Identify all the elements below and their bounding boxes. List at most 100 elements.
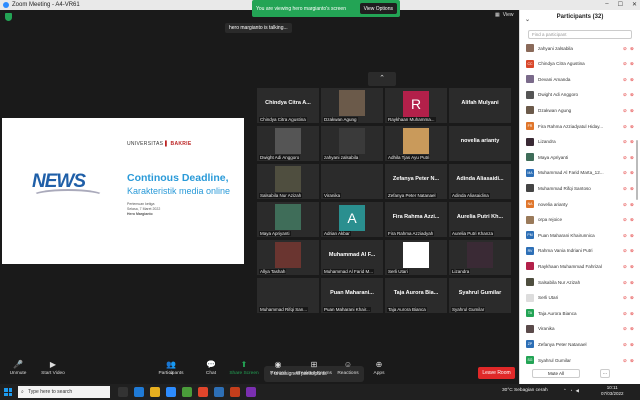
participant-row[interactable]: Devani Amanda ⊘ ⊗ bbox=[526, 74, 634, 84]
participant-row[interactable]: Raykhaan Muhammad Fahrizal ⊘ ⊗ bbox=[526, 261, 634, 271]
participant-row[interactable]: ZP Zefanya Peter Natanael ⊘ ⊗ bbox=[526, 339, 634, 349]
taskbar-clock[interactable]: 10:11 07/03/2022 bbox=[601, 385, 624, 397]
zoom-taskbar-icon[interactable] bbox=[166, 387, 176, 397]
word-icon[interactable] bbox=[214, 387, 224, 397]
video-tile-label: Fira Rahma Azziadyah bbox=[387, 231, 435, 236]
leave-room-button[interactable]: Leave Room bbox=[478, 367, 515, 379]
video-tile[interactable]: Adhila Tjas Ayu Putri bbox=[385, 126, 447, 161]
video-tile-name: Fira Rahma Azzi... bbox=[392, 214, 440, 220]
start-video-button[interactable]: ▶ Start Video bbox=[38, 361, 68, 377]
video-off-icon: ⊗ bbox=[630, 295, 634, 301]
apps-button[interactable]: ⊕ Apps bbox=[364, 361, 394, 377]
file-explorer-icon[interactable] bbox=[150, 387, 160, 397]
video-tile[interactable]: Lizandra bbox=[449, 240, 511, 275]
video-tile[interactable]: Taja Aurora Bia... Taja Aurora Bianca bbox=[385, 278, 447, 313]
store-icon[interactable] bbox=[182, 387, 192, 397]
chrome-icon[interactable] bbox=[198, 387, 208, 397]
video-tile[interactable]: Dwight Adi Anggoro bbox=[257, 126, 319, 161]
record-button[interactable]: ◉ Record bbox=[263, 361, 293, 377]
microphone-muted-icon: ⊘ bbox=[623, 45, 627, 51]
chevron-down-icon[interactable]: ⌄ bbox=[525, 13, 530, 27]
video-tile-label: Dzakwan Agung bbox=[323, 117, 358, 122]
video-tile[interactable]: Chindya Citra A... Chindya Citra Agustina bbox=[257, 88, 319, 123]
video-tile[interactable]: A Adrian Akbar bbox=[321, 202, 383, 237]
participant-row[interactable]: Salsabila Nur Azizah ⊘ ⊗ bbox=[526, 277, 634, 287]
windows-start-icon[interactable] bbox=[4, 388, 12, 396]
unmute-button[interactable]: 🎤 Unmute bbox=[3, 361, 33, 377]
participant-row[interactable]: RV Rahma Vania Indriani Putri ⊘ ⊗ bbox=[526, 246, 634, 256]
unmute-label: Unmute bbox=[9, 371, 27, 376]
video-tile[interactable]: Aurelia Putri Kh... Aurelia Putri Khanza bbox=[449, 202, 511, 237]
participant-row[interactable]: FR Fira Rahma Azziadyatul Hiday... ⊘ ⊗ bbox=[526, 121, 634, 131]
talking-indicator: hero margianto is talking... bbox=[225, 23, 292, 33]
participant-row[interactable]: CC Chindya Citra Agustina ⊘ ⊗ bbox=[526, 59, 634, 69]
edge-icon[interactable] bbox=[134, 387, 144, 397]
view-button[interactable]: ▦ View bbox=[495, 12, 513, 18]
participants-button[interactable]: 👥32 Participants bbox=[156, 361, 186, 377]
video-tile[interactable]: novelia arianty bbox=[449, 126, 511, 161]
participant-row[interactable]: Viranika ⊘ ⊗ bbox=[526, 324, 634, 334]
minimize-icon[interactable]: – bbox=[605, 1, 608, 8]
reactions-button[interactable]: ☺ Reactions bbox=[333, 361, 363, 377]
maximize-icon[interactable]: ☐ bbox=[618, 1, 623, 8]
microphone-muted-icon: ⊘ bbox=[623, 76, 627, 82]
participant-row[interactable]: PM Puan Maharani Khairunnica ⊘ ⊗ bbox=[526, 230, 634, 240]
avatar: MA bbox=[526, 168, 534, 177]
participant-row[interactable]: Muhammad Rifqi Santoso ⊘ ⊗ bbox=[526, 183, 634, 193]
participant-row[interactable]: Dwight Adi Anggoro ⊘ ⊗ bbox=[526, 90, 634, 100]
participants-scrollbar[interactable] bbox=[636, 140, 638, 200]
participant-row[interactable]: Maya Apriyanti ⊘ ⊗ bbox=[526, 152, 634, 162]
chat-button[interactable]: 💬 Chat bbox=[196, 361, 226, 377]
teams-icon[interactable] bbox=[246, 387, 256, 397]
video-tile[interactable]: Puan Maharani... Puan Maharani Khair... bbox=[321, 278, 383, 313]
avatar: ZP bbox=[526, 340, 534, 349]
close-icon[interactable]: ✕ bbox=[632, 1, 637, 8]
weather-widget[interactable]: 30°C Sebagian cerah bbox=[502, 388, 548, 393]
participant-row[interactable]: orpa rejoice ⊘ ⊗ bbox=[526, 215, 634, 225]
participant-row[interactable]: TA Taja Aurora Bianca ⊘ ⊗ bbox=[526, 308, 634, 318]
video-tile[interactable]: Alifah Mulyani bbox=[449, 88, 511, 123]
participant-row[interactable]: MA Muhammad Al Farid Marta_12... ⊘ ⊗ bbox=[526, 168, 634, 178]
microphone-muted-icon: ⊘ bbox=[623, 295, 627, 301]
gallery-scroll-up-button[interactable]: ⌃ bbox=[368, 72, 396, 86]
video-tile[interactable]: Zefanya Peter N... Zefanya Peter Natanael bbox=[385, 164, 447, 199]
video-tile[interactable]: Dzakwan Agung bbox=[321, 88, 383, 123]
video-tile[interactable]: Syahrul Gumilar Syahrul Gumilar bbox=[449, 278, 511, 313]
video-tile[interactable]: Fira Rahma Azzi... Fira Rahma Azziadyah bbox=[385, 202, 447, 237]
powerpoint-icon[interactable] bbox=[230, 387, 240, 397]
microphone-muted-icon: ⊘ bbox=[623, 279, 627, 285]
participant-status-icons: ⊘ ⊗ bbox=[623, 92, 634, 97]
participant-row[interactable]: Serli Utari ⊘ ⊗ bbox=[526, 293, 634, 303]
video-tile[interactable]: Serli Utari bbox=[385, 240, 447, 275]
mute-all-button[interactable]: Mute All bbox=[532, 369, 580, 378]
chevron-up-icon[interactable]: ⌃ bbox=[563, 388, 567, 394]
video-tile[interactable]: Maya Apriyanti bbox=[257, 202, 319, 237]
participant-row[interactable]: Lizandra ⊘ ⊗ bbox=[526, 137, 634, 147]
video-tile[interactable]: Adinda Aliasaidi... Adinda Aliasaidina bbox=[449, 164, 511, 199]
participant-row[interactable]: NA novelia arianty ⊘ ⊗ bbox=[526, 199, 634, 209]
participant-row[interactable]: Dzakwan Agung ⊘ ⊗ bbox=[526, 105, 634, 115]
video-thumbnail bbox=[339, 166, 365, 192]
volume-icon[interactable]: ◀ bbox=[576, 388, 579, 394]
network-icon[interactable]: ◔ bbox=[570, 388, 573, 394]
share-screen-button[interactable]: ⬆ Share Screen bbox=[229, 361, 259, 377]
video-tile-name: Alifah Mulyani bbox=[461, 100, 499, 106]
video-tile-label: Lizandra bbox=[451, 269, 471, 274]
video-tile[interactable]: Muhammad Al F... Muhammad Al Farid M... bbox=[321, 240, 383, 275]
video-tile[interactable]: zahyani zalsabila bbox=[321, 126, 383, 161]
participant-search-input[interactable]: Find a participant bbox=[528, 30, 632, 39]
video-tile[interactable]: Allya Tashah bbox=[257, 240, 319, 275]
slide-meta: Pertemuan ketiga Selasa, 7 Maret 2022 He… bbox=[127, 202, 160, 217]
panel-more-button[interactable]: ... bbox=[600, 369, 610, 378]
taskbar-search-input[interactable]: ⌕ Type here to search bbox=[18, 386, 110, 398]
participant-row[interactable]: zahyani zalsabila ⊘ ⊗ bbox=[526, 43, 634, 53]
video-tile[interactable]: Salsabila Nur Azizah bbox=[257, 164, 319, 199]
view-options-button[interactable]: View Options bbox=[359, 3, 397, 14]
video-tile[interactable]: Viranika bbox=[321, 164, 383, 199]
participant-row[interactable]: SG Syahrul Gumilar ⊘ ⊗ bbox=[526, 355, 634, 365]
task-view-icon[interactable] bbox=[118, 387, 128, 397]
video-thumbnail bbox=[403, 242, 429, 268]
breakout-rooms-button[interactable]: ⊞ Breakout Rooms bbox=[296, 361, 332, 377]
video-tile[interactable]: R Raykhaan Muhamma... bbox=[385, 88, 447, 123]
video-tile[interactable]: Muhammad Rifqi San... bbox=[257, 278, 319, 313]
